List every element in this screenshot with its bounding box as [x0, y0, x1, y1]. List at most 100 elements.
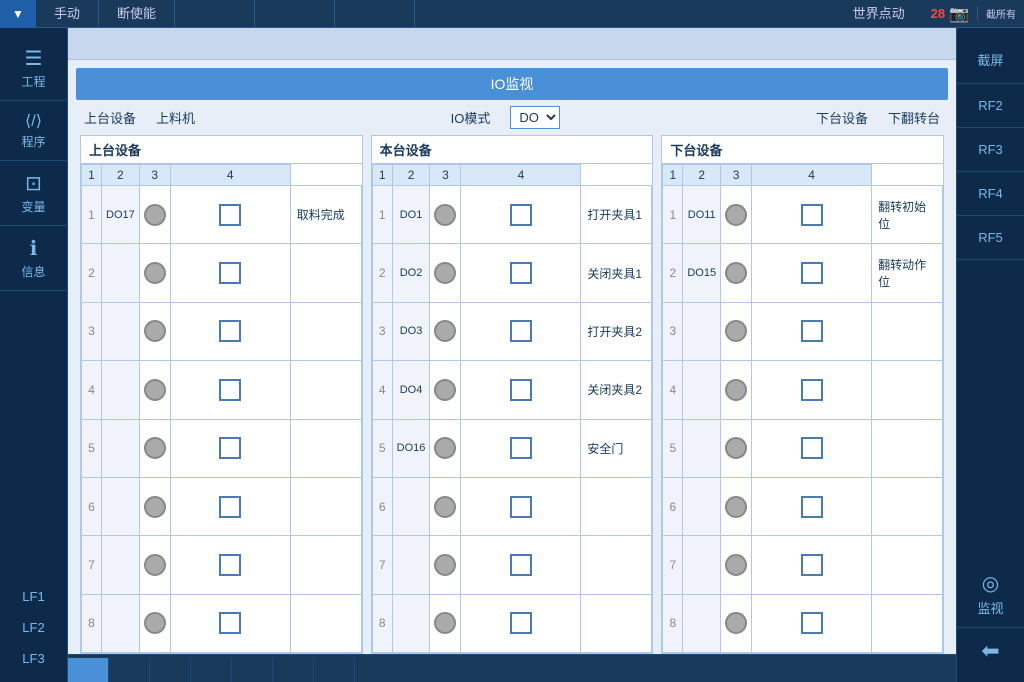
toggle-box[interactable]: [510, 204, 532, 226]
indicator-cell[interactable]: [721, 244, 752, 302]
toggle-cell[interactable]: [170, 361, 290, 419]
toggle-box[interactable]: [801, 612, 823, 634]
indicator-cell[interactable]: [139, 594, 170, 652]
toggle-cell[interactable]: [170, 244, 290, 302]
toggle-box[interactable]: [219, 496, 241, 518]
toggle-cell[interactable]: [461, 186, 581, 244]
indicator-cell[interactable]: [430, 419, 461, 477]
indicator-cell[interactable]: [430, 186, 461, 244]
sidebar-item-project[interactable]: ☰ 工程: [0, 36, 67, 101]
menu-label[interactable]: 截所有: [977, 6, 1024, 21]
indicator-cell[interactable]: [721, 302, 752, 360]
toggle-box[interactable]: [801, 320, 823, 342]
toggle-box[interactable]: [510, 437, 532, 459]
toggle-cell[interactable]: [752, 361, 872, 419]
toggle-cell[interactable]: [752, 594, 872, 652]
io-mode-select[interactable]: DO DI: [510, 106, 560, 129]
toggle-box[interactable]: [801, 554, 823, 576]
toggle-cell[interactable]: [752, 244, 872, 302]
indicator-cell[interactable]: [139, 419, 170, 477]
indicator-cell[interactable]: [721, 594, 752, 652]
toggle-cell[interactable]: [752, 186, 872, 244]
toggle-box[interactable]: [801, 379, 823, 401]
indicator-cell[interactable]: [139, 361, 170, 419]
bottom-tab-1[interactable]: [68, 658, 109, 682]
indicator-cell[interactable]: [721, 536, 752, 594]
sidebar-lf1[interactable]: LF1: [0, 581, 67, 612]
sidebar-item-info[interactable]: ℹ 信息: [0, 226, 67, 291]
indicator-cell[interactable]: [721, 186, 752, 244]
top-bar-tab3[interactable]: [175, 0, 255, 28]
top-bar-disable[interactable]: 断使能: [99, 0, 175, 28]
toggle-cell[interactable]: [461, 477, 581, 535]
right-sidebar-rf2[interactable]: RF2: [957, 84, 1024, 128]
indicator-cell[interactable]: [139, 477, 170, 535]
toggle-cell[interactable]: [170, 594, 290, 652]
monitor-item[interactable]: ◎ 监视: [957, 561, 1024, 627]
toggle-cell[interactable]: [461, 302, 581, 360]
indicator-cell[interactable]: [430, 594, 461, 652]
indicator-cell[interactable]: [139, 302, 170, 360]
toggle-cell[interactable]: [170, 536, 290, 594]
toggle-box[interactable]: [219, 554, 241, 576]
toggle-box[interactable]: [219, 204, 241, 226]
camera-icon[interactable]: 📷: [949, 4, 969, 24]
toggle-box[interactable]: [801, 262, 823, 284]
bottom-tab-5[interactable]: [232, 658, 273, 682]
toggle-cell[interactable]: [170, 186, 290, 244]
toggle-cell[interactable]: [461, 419, 581, 477]
indicator-cell[interactable]: [139, 244, 170, 302]
bottom-tab-4[interactable]: [191, 658, 232, 682]
indicator-cell[interactable]: [721, 361, 752, 419]
toggle-box[interactable]: [510, 554, 532, 576]
indicator-cell[interactable]: [721, 419, 752, 477]
toggle-box[interactable]: [801, 437, 823, 459]
toggle-box[interactable]: [219, 437, 241, 459]
toggle-box[interactable]: [219, 320, 241, 342]
sidebar-lf3[interactable]: LF3: [0, 643, 67, 674]
toggle-box[interactable]: [219, 612, 241, 634]
indicator-cell[interactable]: [430, 361, 461, 419]
sidebar-item-variable[interactable]: ⊡ 变量: [0, 161, 67, 226]
top-bar-arrow[interactable]: ▼: [0, 0, 36, 28]
toggle-cell[interactable]: [752, 536, 872, 594]
toggle-box[interactable]: [219, 262, 241, 284]
toggle-box[interactable]: [510, 612, 532, 634]
right-sidebar-screenshot[interactable]: 截屏: [957, 36, 1024, 84]
toggle-cell[interactable]: [461, 594, 581, 652]
right-sidebar-rf3[interactable]: RF3: [957, 128, 1024, 172]
indicator-cell[interactable]: [430, 536, 461, 594]
toggle-cell[interactable]: [461, 536, 581, 594]
toggle-cell[interactable]: [170, 477, 290, 535]
toggle-cell[interactable]: [461, 361, 581, 419]
indicator-cell[interactable]: [430, 477, 461, 535]
bottom-tab-2[interactable]: [109, 658, 150, 682]
toggle-box[interactable]: [510, 320, 532, 342]
bottom-tab-6[interactable]: [273, 658, 314, 682]
toggle-box[interactable]: [510, 496, 532, 518]
toggle-box[interactable]: [510, 262, 532, 284]
toggle-cell[interactable]: [752, 477, 872, 535]
toggle-cell[interactable]: [752, 419, 872, 477]
toggle-cell[interactable]: [752, 302, 872, 360]
indicator-cell[interactable]: [430, 244, 461, 302]
right-sidebar-rf4[interactable]: RF4: [957, 172, 1024, 216]
toggle-cell[interactable]: [461, 244, 581, 302]
indicator-cell[interactable]: [721, 477, 752, 535]
top-bar-world[interactable]: 世界点动: [835, 0, 923, 28]
right-sidebar-rf5[interactable]: RF5: [957, 216, 1024, 260]
toggle-box[interactable]: [510, 379, 532, 401]
bottom-tab-7[interactable]: [314, 658, 355, 682]
sidebar-item-program[interactable]: ⟨/⟩ 程序: [0, 101, 67, 161]
sidebar-lf2[interactable]: LF2: [0, 612, 67, 643]
top-bar-tab4[interactable]: [255, 0, 335, 28]
toggle-cell[interactable]: [170, 302, 290, 360]
top-bar-tab5[interactable]: [335, 0, 415, 28]
toggle-cell[interactable]: [170, 419, 290, 477]
indicator-cell[interactable]: [139, 186, 170, 244]
back-button[interactable]: ⬅: [957, 627, 1024, 674]
top-bar-manual[interactable]: 手动: [36, 0, 99, 28]
toggle-box[interactable]: [219, 379, 241, 401]
indicator-cell[interactable]: [430, 302, 461, 360]
toggle-box[interactable]: [801, 204, 823, 226]
